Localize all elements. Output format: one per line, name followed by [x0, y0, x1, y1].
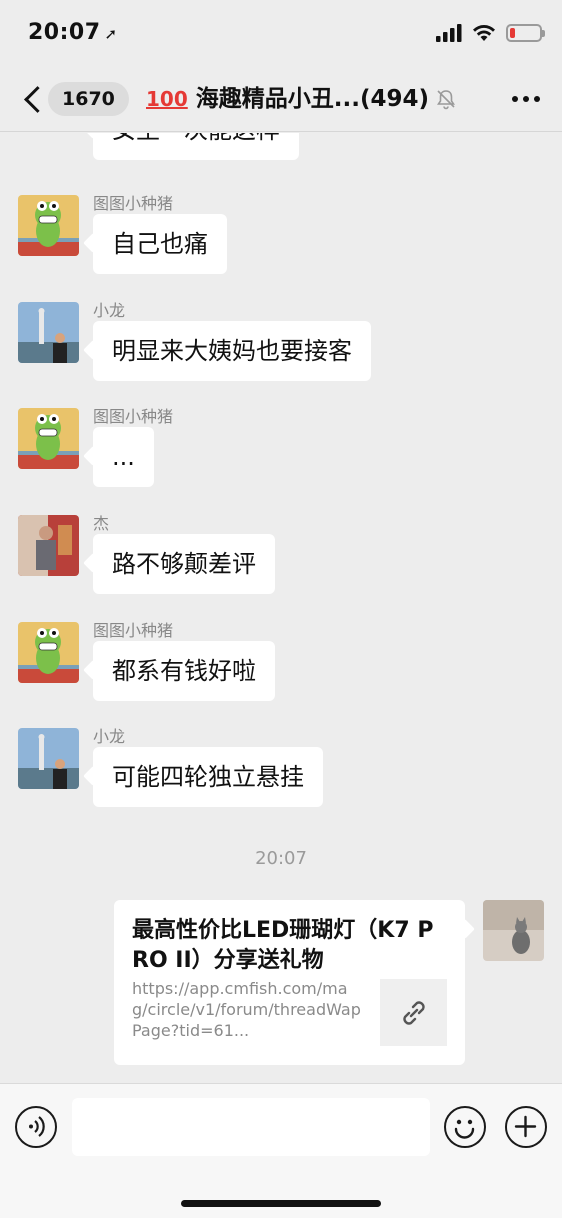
hundred-points-icon: 100: [146, 87, 188, 111]
sender-name: 小龙: [93, 301, 126, 320]
link-title: 最高性价比LED珊瑚灯（K7 PRO II）分享送礼物: [132, 918, 434, 973]
link-card[interactable]: 最高性价比LED珊瑚灯（K7 PRO II）分享送礼物 https://app.…: [114, 900, 465, 1065]
member-count: (494): [359, 86, 430, 112]
message-bubble[interactable]: 可能四轮独立悬挂: [93, 747, 323, 807]
chat-title[interactable]: 100 海趣精品小丑... (494): [146, 82, 457, 116]
smiley-icon: [454, 1119, 475, 1139]
wifi-icon: [473, 25, 495, 41]
voice-input-button[interactable]: [15, 1106, 57, 1148]
sender-name: 图图小种猪: [93, 194, 174, 213]
group-name: 海趣精品小丑...: [195, 86, 360, 112]
mute-bell-icon: [437, 90, 456, 110]
chat-area[interactable]: 女生一次能这样 图图小种猪 自己也痛 小龙 明显来大姨妈也要接客 图图小种猪 .…: [0, 133, 562, 1083]
statue-avatar[interactable]: [18, 728, 79, 789]
message-bubble[interactable]: ...: [93, 427, 154, 487]
more-functions-button[interactable]: [505, 1106, 547, 1148]
dot: [534, 96, 540, 102]
frog-avatar[interactable]: [18, 195, 79, 256]
dot: [523, 96, 529, 102]
message-bubble[interactable]: 路不够颠差评: [93, 534, 275, 594]
frog-avatar[interactable]: [18, 408, 79, 469]
statue-avatar[interactable]: [18, 302, 79, 363]
message-bubble[interactable]: 自己也痛: [93, 214, 227, 274]
emoji-button[interactable]: [444, 1106, 486, 1148]
dot: [512, 96, 518, 102]
clock: 20:07: [28, 20, 101, 45]
battery-icon: [506, 24, 545, 42]
link-url: https://app.cmfish.com/mag/circle/v1/for…: [132, 979, 361, 1040]
link-icon: [402, 1000, 425, 1025]
time-divider: 20:07: [255, 848, 307, 869]
frog-avatar[interactable]: [18, 622, 79, 683]
message-input[interactable]: [72, 1098, 430, 1156]
back-button[interactable]: [20, 82, 50, 116]
more-options-button[interactable]: [512, 88, 540, 110]
message-bubble[interactable]: 女生一次能这样: [93, 133, 299, 160]
battery-level: [510, 28, 515, 38]
sender-name: 杰: [93, 514, 110, 533]
sender-name: 小龙: [93, 727, 126, 746]
signal-icon: [436, 24, 462, 42]
voice-icon: [29, 1116, 45, 1137]
nav-bar: 1670 100 海趣精品小丑... (494): [0, 68, 562, 132]
plus-icon: [514, 1115, 537, 1138]
person-avatar[interactable]: [18, 515, 79, 576]
status-bar: 20:07 ➚: [0, 0, 562, 68]
message-bubble[interactable]: 明显来大姨妈也要接客: [93, 321, 371, 381]
status-time: 20:07 ➚: [28, 20, 118, 45]
sender-name: 图图小种猪: [93, 407, 174, 426]
status-icons: [436, 24, 545, 42]
message-bubble[interactable]: 都系有钱好啦: [93, 641, 275, 701]
input-bar: [0, 1083, 562, 1218]
unread-count-badge[interactable]: 1670: [48, 82, 129, 116]
sender-name: 图图小种猪: [93, 621, 174, 640]
home-indicator: [181, 1200, 381, 1207]
link-thumbnail: [380, 979, 447, 1046]
location-arrow-icon: ➚: [104, 25, 118, 43]
cat-avatar[interactable]: [483, 900, 544, 961]
